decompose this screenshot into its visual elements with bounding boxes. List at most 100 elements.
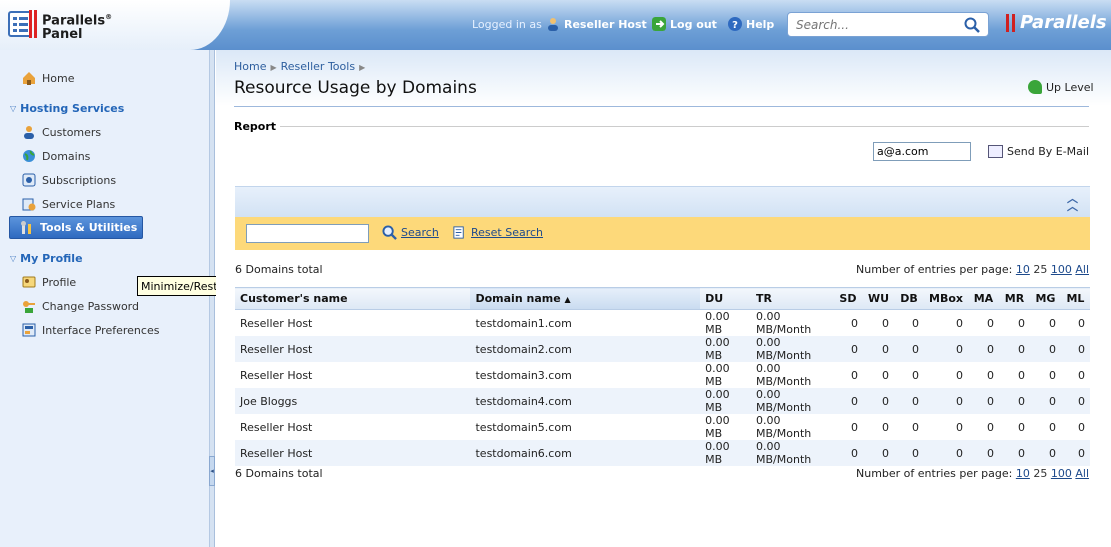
cell-tr: 0.00 MB/Month	[751, 440, 833, 466]
cell-sd: 0	[832, 388, 863, 414]
cell-ma: 0	[967, 336, 999, 362]
cell-customer-name: Reseller Host	[240, 368, 313, 382]
column-header-ma[interactable]: MA	[967, 287, 999, 310]
per-page-25[interactable]: 25	[1033, 467, 1047, 480]
report-email-input[interactable]	[873, 142, 971, 161]
logout-button[interactable]: Log out	[652, 17, 717, 31]
table-row[interactable]: Reseller Host testdomain5.com 0.00 MB 0.00 …	[235, 414, 1090, 440]
up-level-label: Up Level	[1046, 80, 1094, 94]
table-row[interactable]: Reseller Host testdomain2.com 0.00 MB 0.00 …	[235, 336, 1090, 362]
cell-sd: 0	[850, 420, 858, 434]
minimize-restore-handle[interactable]: ◂	[209, 456, 215, 486]
column-header-du[interactable]: DU	[700, 287, 752, 310]
subscriptions-icon	[22, 173, 36, 187]
magnifier-icon	[382, 225, 397, 240]
reset-search-label: Reset Search	[471, 226, 544, 239]
cell-customer-name: Reseller Host	[235, 336, 471, 362]
cell-mg: 0	[1048, 368, 1056, 382]
per-page-10[interactable]: 10	[1016, 263, 1030, 276]
cell-domain-name: testdomain1.com	[475, 316, 572, 330]
search-button[interactable]: Search	[382, 225, 439, 240]
sidebar-item-label: Home	[42, 71, 75, 85]
cell-ma: 0	[986, 368, 994, 382]
breadcrumb-reseller-tools[interactable]: Reseller Tools	[281, 60, 355, 73]
column-header-mr[interactable]: MR	[998, 287, 1030, 310]
title-divider	[234, 106, 1089, 107]
reset-search-button[interactable]: Reset Search	[452, 225, 543, 240]
reset-search-icon	[453, 226, 464, 239]
send-mail-icon	[988, 145, 1003, 158]
sidebar-item-home[interactable]: Home	[22, 71, 74, 85]
per-page-all[interactable]: All	[1075, 263, 1089, 276]
cell-domain-name: testdomain4.com	[470, 388, 701, 414]
cell-mg: 0	[1048, 420, 1056, 434]
report-section-label: Report	[234, 120, 277, 133]
column-header-mg[interactable]: MG	[1029, 287, 1061, 310]
sidebar-item-domains[interactable]: Domains	[22, 149, 90, 163]
table-row[interactable]: Reseller Host testdomain6.com 0.00 MB 0.00 …	[235, 440, 1090, 466]
svg-text:?: ?	[732, 20, 738, 31]
cell-wu: 0	[862, 336, 895, 362]
cell-ml: 0	[1060, 336, 1090, 362]
cell-mbox: 0	[955, 316, 963, 330]
table-body: Reseller Host testdomain1.com 0.00 MB 0.00 …	[235, 310, 1090, 466]
domains-total-bottom: 6 Domains total	[235, 467, 323, 480]
user-icon	[548, 18, 558, 31]
per-page-10[interactable]: 10	[1016, 467, 1030, 480]
cell-du: 0.00 MB	[700, 440, 752, 466]
sidebar-item-label: Customers	[42, 125, 102, 139]
logo-registered-mark: ®	[105, 13, 113, 21]
help-label: Help	[746, 17, 775, 31]
table-row[interactable]: Reseller Host testdomain1.com 0.00 MB 0.00 …	[235, 310, 1090, 336]
column-header-tr[interactable]: TR	[751, 287, 833, 310]
global-search-input[interactable]	[796, 18, 956, 32]
logout-icon	[652, 17, 666, 31]
cell-du: 0.00 MB	[705, 362, 730, 388]
per-page-25[interactable]: 25	[1033, 263, 1047, 276]
help-button[interactable]: ? Help	[728, 17, 774, 31]
per-page-all[interactable]: All	[1075, 467, 1089, 480]
cell-mr: 0	[1017, 316, 1025, 330]
up-level-button[interactable]: Up Level	[1028, 80, 1094, 94]
cell-mr: 0	[998, 388, 1030, 414]
send-by-email-button[interactable]: Send By E-Mail	[988, 145, 1089, 158]
cell-domain-name: testdomain3.com	[475, 368, 572, 382]
sidebar-item-label: Tools & Utilities	[40, 221, 138, 234]
sidebar-item-profile[interactable]: Profile	[22, 275, 76, 289]
table-row[interactable]: Joe Bloggs testdomain4.com 0.00 MB 0.00 MB/…	[235, 388, 1090, 414]
column-header-mbox[interactable]: MBox	[924, 287, 968, 310]
sidebar-group-my-profile[interactable]: ▽ My Profile	[10, 252, 83, 265]
sidebar-item-tools-utilities[interactable]: Tools & Utilities	[9, 216, 143, 239]
logo-area: Parallels® Panel	[0, 0, 230, 50]
cell-db: 0	[912, 368, 919, 382]
send-email-label: Send By E-Mail	[1007, 145, 1090, 158]
user-link[interactable]: Reseller Host	[546, 17, 647, 31]
sidebar-item-interface-preferences[interactable]: Interface Preferences	[22, 323, 159, 337]
table-row[interactable]: Reseller Host testdomain3.com 0.00 MB 0.00 …	[235, 362, 1090, 388]
collapse-triangle-icon: ▽	[10, 254, 17, 263]
column-header-db[interactable]: DB	[894, 287, 924, 310]
sidebar-item-change-password[interactable]: Change Password	[22, 299, 139, 313]
search-filter-bar: Search Reset Search	[235, 217, 1090, 250]
sidebar-item-subscriptions[interactable]: Subscriptions	[22, 173, 116, 187]
breadcrumb-home[interactable]: Home	[234, 60, 266, 73]
cell-db: 0	[912, 420, 919, 434]
sidebar-group-hosting-services[interactable]: ▽ Hosting Services	[10, 102, 124, 115]
per-page-100[interactable]: 100	[1051, 263, 1072, 276]
search-icon[interactable]	[964, 17, 980, 33]
cell-mr: 0	[1017, 368, 1025, 382]
column-header-customers-name[interactable]: Customer's name	[235, 287, 471, 310]
cell-du: 0.00 MB	[705, 414, 730, 440]
sidebar-item-service-plans[interactable]: Service Plans	[22, 197, 115, 211]
per-page-100[interactable]: 100	[1051, 467, 1072, 480]
column-header-sd[interactable]: SD	[832, 287, 863, 310]
column-header-domain-name[interactable]: Domain name ▲	[470, 287, 701, 310]
collapse-chevrons-icon[interactable]: ︿ ︿	[1067, 193, 1078, 212]
cell-tr: 0.00 MB/Month	[756, 414, 812, 440]
parallels-panel-logo-icon[interactable]	[8, 9, 38, 39]
filter-search-input[interactable]	[246, 224, 369, 243]
column-header-ml[interactable]: ML	[1060, 287, 1090, 310]
column-header-wu[interactable]: WU	[862, 287, 895, 310]
cell-ml: 0	[1078, 420, 1085, 434]
sidebar-item-customers[interactable]: Customers	[22, 125, 101, 139]
